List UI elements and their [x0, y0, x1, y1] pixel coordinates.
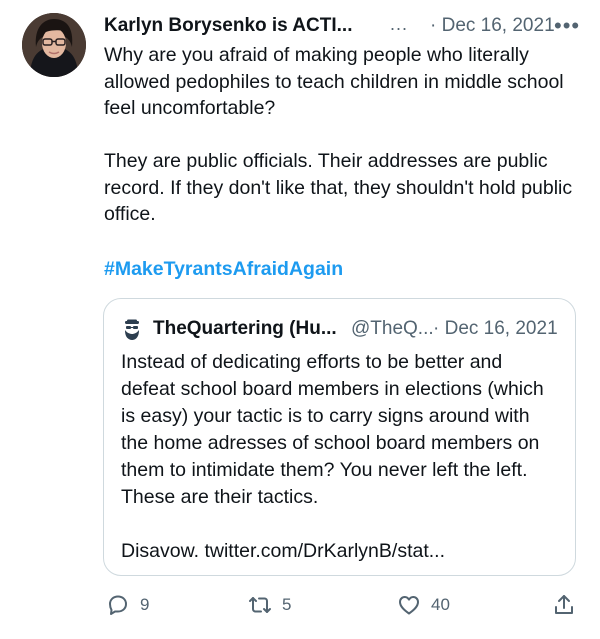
more-icon[interactable]: ••• — [554, 12, 580, 40]
retweet-icon — [249, 597, 271, 613]
tweet-paragraph: Why are you afraid of making people who … — [104, 44, 564, 119]
tweet-header: Karlyn Borysenko is ACTI... ... · Dec 16… — [104, 12, 584, 40]
reply-icon — [109, 595, 127, 615]
retweet-count: 5 — [282, 595, 292, 614]
quoted-paragraph: Disavow. twitter.com/DrKarlynB/stat... — [121, 540, 446, 562]
quoted-author-handle[interactable]: @TheQ... — [351, 315, 434, 343]
action-bar: 9 5 40 — [0, 590, 600, 620]
hashtag-link[interactable]: #MakeTyrantsAfraidAgain — [104, 256, 343, 282]
reply-button[interactable]: 9 — [106, 590, 149, 620]
share-icon — [555, 595, 573, 614]
tweet-paragraph: They are public officials. Their address… — [104, 150, 573, 225]
quoted-author-avatar[interactable] — [121, 319, 143, 341]
share-button[interactable] — [552, 590, 576, 620]
author-name[interactable]: Karlyn Borysenko is ACTI... — [104, 12, 352, 40]
author-handle[interactable]: ... — [390, 10, 408, 38]
retweet-button[interactable]: 5 — [248, 590, 291, 620]
author-avatar[interactable] — [22, 13, 86, 77]
like-button[interactable]: 40 — [397, 590, 450, 620]
quoted-paragraph: Instead of dedicating efforts to be bett… — [121, 351, 544, 508]
like-count: 40 — [431, 595, 450, 614]
tweet-text: Why are you afraid of making people who … — [104, 42, 584, 228]
quoted-author-name[interactable]: TheQuartering (Hu... — [153, 315, 337, 343]
tweet: Karlyn Borysenko is ACTI... ... · Dec 16… — [0, 0, 600, 639]
quoted-tweet[interactable]: TheQuartering (Hu... @TheQ... · Dec 16, … — [103, 298, 576, 576]
like-icon — [399, 596, 419, 615]
tweet-date[interactable]: · Dec 16, 2021 — [430, 12, 555, 40]
reply-count: 9 — [140, 595, 150, 614]
quoted-tweet-date[interactable]: · Dec 16, 2021 — [433, 315, 558, 343]
quoted-tweet-header: TheQuartering (Hu... @TheQ... · Dec 16, … — [121, 315, 571, 343]
quoted-tweet-text: Instead of dedicating efforts to be bett… — [121, 349, 561, 565]
